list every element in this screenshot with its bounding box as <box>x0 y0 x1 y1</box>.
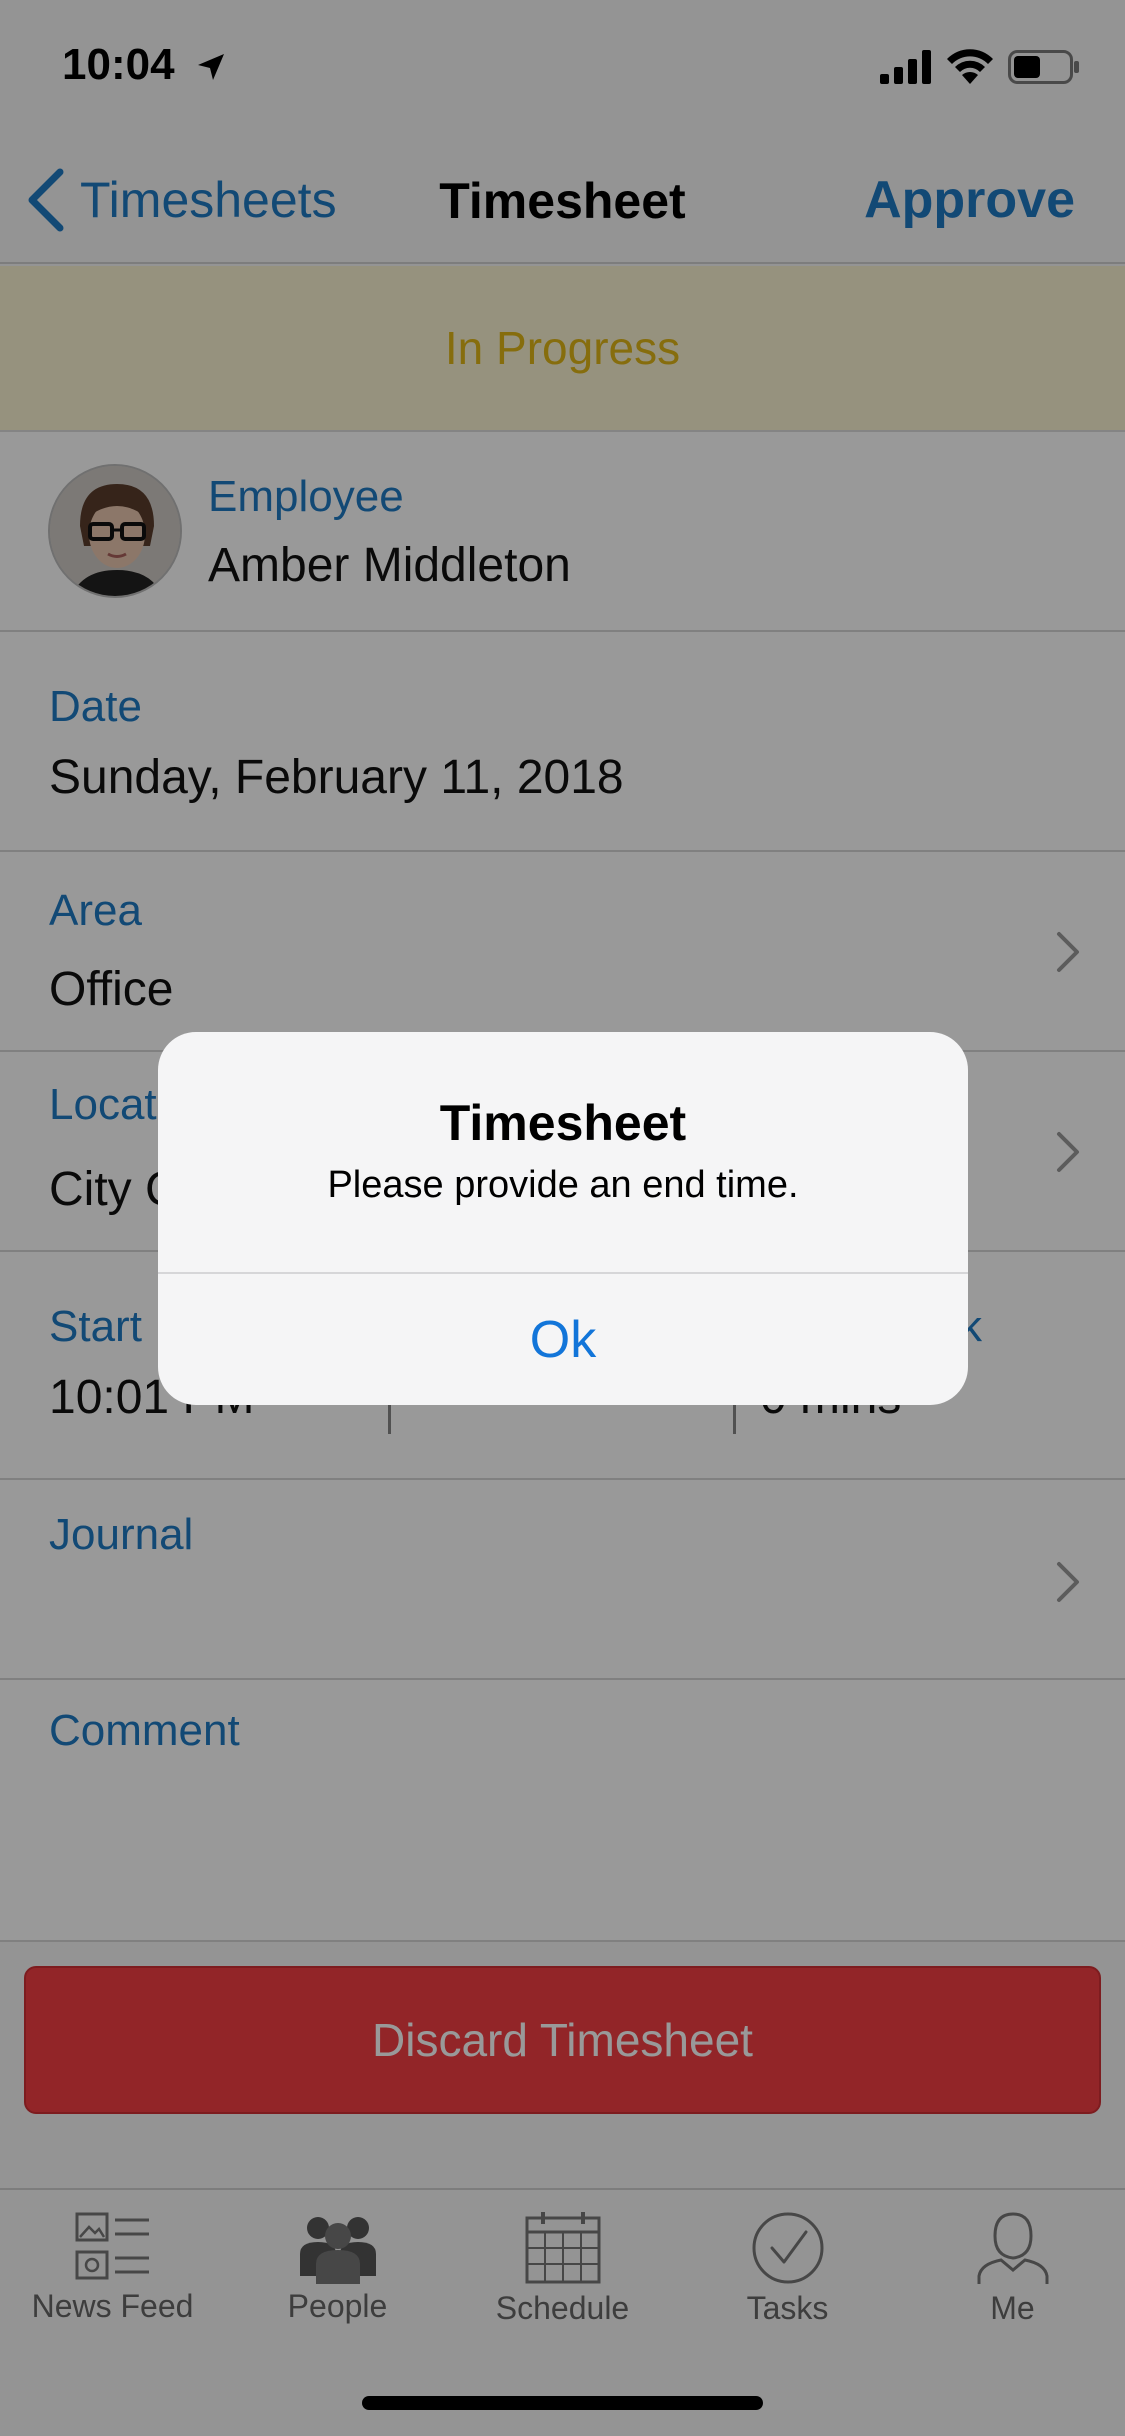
ok-button[interactable]: Ok <box>158 1274 968 1405</box>
timesheet-screen: 10:04 Timesheets Timesheet Approve In Pr… <box>0 0 1125 2436</box>
alert-message: Please provide an end time. <box>327 1164 799 1206</box>
alert-dialog: Timesheet Please provide an end time. Ok <box>158 1032 968 1405</box>
alert-title: Timesheet <box>439 1095 687 1151</box>
